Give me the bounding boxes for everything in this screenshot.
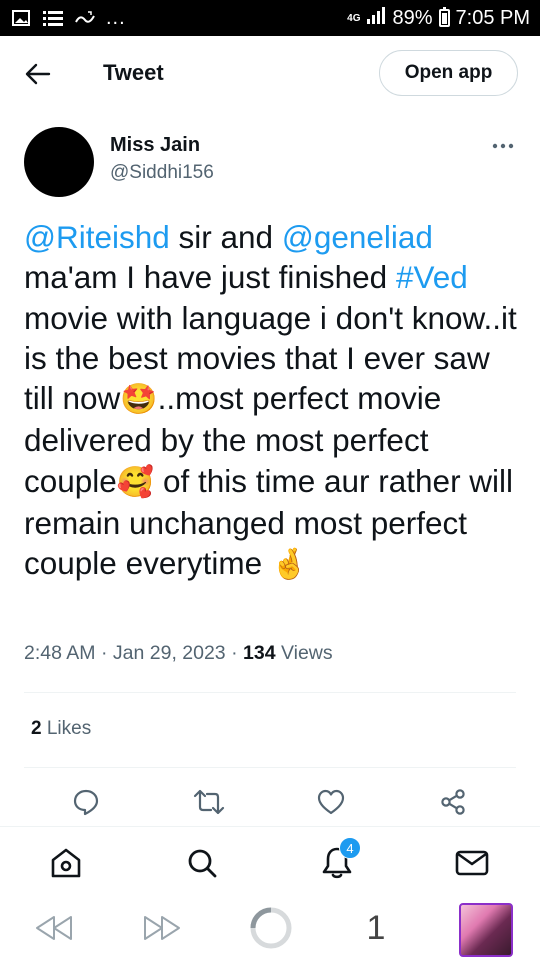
status-bar-left: ...	[10, 8, 126, 28]
more-horizontal-icon	[492, 143, 514, 149]
arrow-left-icon	[25, 63, 51, 85]
gallery-icon	[10, 10, 32, 26]
star-struck-emoji: 🤩	[120, 382, 158, 418]
battery-icon	[438, 7, 450, 27]
reply-button[interactable]	[70, 786, 102, 818]
home-icon	[51, 848, 81, 878]
data-saver-icon	[74, 10, 96, 26]
status-bar-right: 4G 89% 7:05 PM	[347, 6, 530, 30]
status-bar: ... 4G 89% 7:05 PM	[0, 0, 540, 36]
open-app-button[interactable]: Open app	[379, 50, 518, 96]
tweet-text: @Riteishd sir and @geneliad ma'am I have…	[24, 217, 519, 586]
more-notifications-dots: ...	[106, 7, 126, 29]
nav-search[interactable]	[184, 845, 220, 881]
back-triangles-icon	[36, 916, 72, 940]
loading-ring-icon	[250, 907, 292, 949]
forward-triangles-icon	[144, 916, 180, 940]
nav-home[interactable]	[48, 845, 84, 881]
reply-icon	[73, 789, 99, 816]
clock: 7:05 PM	[455, 6, 530, 29]
tweet-date[interactable]: Jan 29, 2023	[113, 642, 226, 664]
browser-forward-button[interactable]	[140, 908, 184, 948]
bottom-navigation	[0, 826, 540, 896]
author-handle[interactable]: @Siddhi156	[110, 162, 214, 184]
page-title: Tweet	[103, 60, 164, 85]
views-count: 134	[243, 642, 276, 664]
heart-icon	[317, 789, 345, 815]
search-icon	[188, 849, 217, 878]
like-button[interactable]	[315, 786, 347, 818]
views-label: Views	[280, 642, 333, 664]
retweet-button[interactable]	[193, 786, 225, 818]
nav-messages[interactable]	[454, 845, 490, 881]
tweet-text-part: sir and	[169, 219, 282, 255]
mail-icon	[455, 850, 489, 876]
browser-reload-button[interactable]	[248, 907, 294, 949]
tweet-time[interactable]: 2:48 AM	[24, 642, 96, 664]
likes-label: Likes	[46, 718, 92, 739]
retweet-icon	[193, 789, 225, 815]
mention-link[interactable]: @geneliad	[282, 219, 433, 255]
divider	[24, 692, 516, 693]
crossed-fingers-emoji: 🤞	[270, 547, 309, 583]
tweet-meta: 2:48 AM · Jan 29, 2023 · 134 Views	[24, 642, 333, 664]
avatar[interactable]	[24, 127, 94, 197]
signal-icon	[366, 6, 386, 30]
share-button[interactable]	[437, 786, 469, 818]
share-icon	[441, 789, 465, 815]
network-type: 4G	[347, 12, 361, 24]
smiling-hearts-emoji: 🥰	[116, 464, 155, 500]
tab-count: 1	[366, 908, 386, 947]
profile-thumbnail[interactable]	[459, 903, 513, 957]
author-name[interactable]: Miss Jain	[110, 134, 200, 157]
battery-percent: 89%	[392, 6, 433, 29]
back-button[interactable]	[24, 60, 52, 88]
tweet-text-part: ma'am I have just finished	[24, 259, 396, 296]
tabs-button[interactable]: 1	[358, 908, 394, 948]
hashtag-link[interactable]: #Ved	[396, 259, 468, 295]
notification-badge: 4	[339, 837, 361, 859]
mention-link[interactable]: @Riteishd	[24, 219, 170, 255]
browser-back-button[interactable]	[32, 908, 76, 948]
likes-row[interactable]: 2 Likes	[31, 718, 91, 740]
more-options-button[interactable]	[486, 134, 520, 158]
likes-count: 2	[31, 718, 42, 739]
list-icon	[42, 10, 64, 26]
divider	[24, 767, 516, 768]
header: Tweet Open app	[0, 36, 540, 110]
